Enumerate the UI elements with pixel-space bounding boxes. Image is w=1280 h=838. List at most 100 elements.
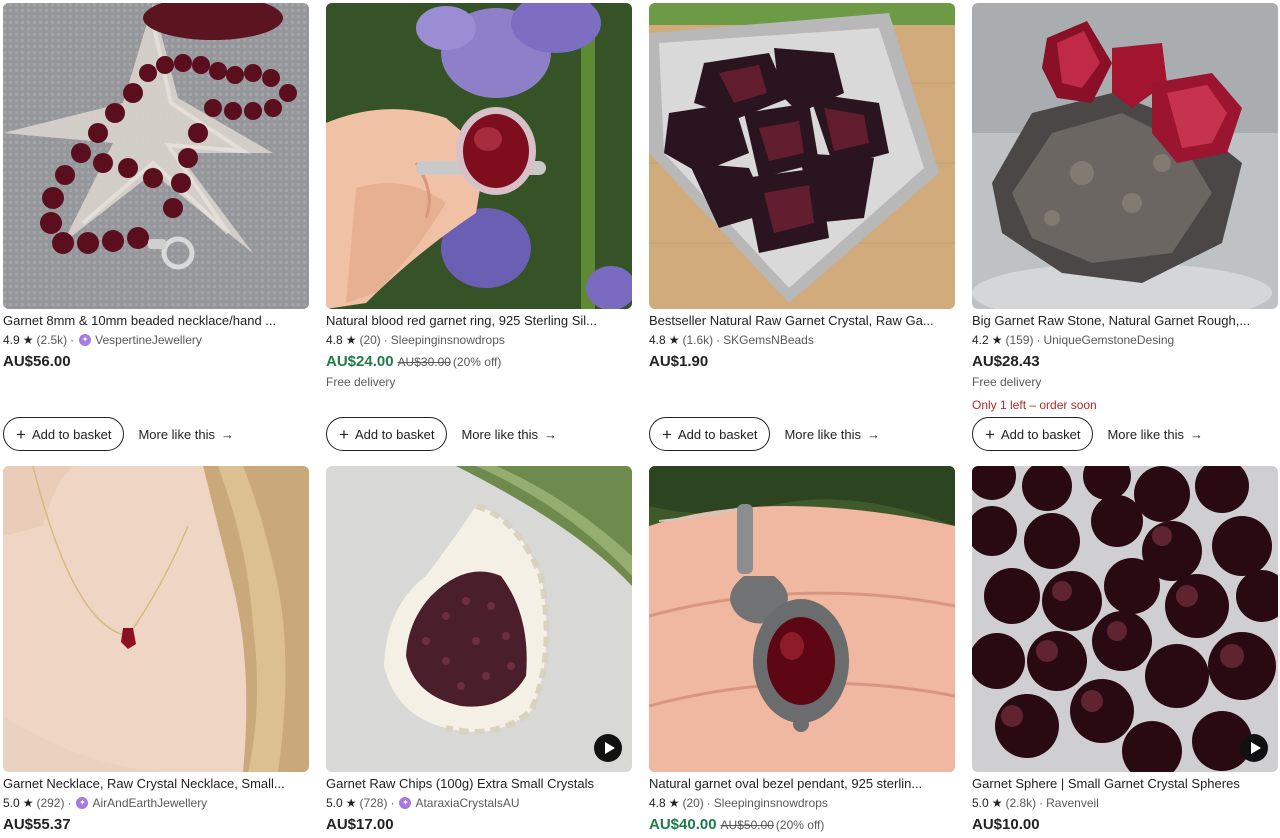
more-like-this-label: More like this — [1107, 426, 1185, 442]
listing-price: AU$1.90 — [649, 353, 709, 370]
review-count: (20) — [359, 333, 381, 347]
listing-title[interactable]: Garnet Necklace, Raw Crystal Necklace, S… — [3, 776, 309, 792]
listing-title[interactable]: Natural blood red garnet ring, 925 Sterl… — [326, 313, 632, 329]
listing-meta: 4.8 ★ (1.6k) · SKGemsNBeads — [649, 332, 955, 348]
listing-meta: 4.8 ★ (20) · Sleepinginsnowdrops — [649, 795, 955, 811]
separator-dot: · — [390, 796, 395, 810]
listing-price: AU$40.00 AU$50.00 (20% off) — [649, 816, 955, 834]
rating-value: 4.8 — [649, 796, 666, 810]
play-video-icon[interactable] — [594, 734, 622, 762]
listing-title[interactable]: Garnet Raw Chips (100g) Extra Small Crys… — [326, 776, 632, 792]
more-like-this-link[interactable]: More like this → — [784, 427, 880, 442]
play-video-icon[interactable] — [1240, 734, 1268, 762]
rating-value: 5.0 — [3, 796, 20, 810]
garnet-necklace-model-photo — [3, 466, 309, 772]
rating-value: 4.8 — [326, 333, 343, 347]
add-to-basket-button[interactable]: + Add to basket — [3, 417, 125, 451]
star-icon: ★ — [668, 333, 680, 347]
star-icon: ★ — [22, 796, 34, 810]
shop-name[interactable]: Ravenveil — [1046, 795, 1099, 811]
star-seller-badge-icon: ✦ — [79, 334, 92, 346]
review-count: (159) — [1005, 333, 1034, 347]
listing-meta: 4.2 ★ (159) · UniqueGemstoneDesing — [972, 332, 1278, 348]
arrow-right-icon: → — [544, 426, 558, 442]
listing-price: AU$55.37 — [3, 816, 71, 833]
shop-name[interactable]: Sleepinginsnowdrops — [714, 795, 828, 811]
arrow-right-icon: → — [1190, 426, 1204, 442]
listing-title[interactable]: Big Garnet Raw Stone, Natural Garnet Rou… — [972, 313, 1278, 329]
beaded-necklace-photo — [3, 3, 309, 309]
listing-image[interactable] — [649, 466, 955, 772]
shop-name[interactable]: SKGemsNBeads — [723, 332, 814, 348]
more-like-this-link[interactable]: More like this → — [1107, 427, 1203, 442]
card-actions: + Add to basket More like this → — [3, 417, 309, 451]
listing-price: AU$17.00 — [326, 816, 394, 833]
listing-image[interactable] — [3, 3, 309, 309]
add-to-basket-label: Add to basket — [354, 426, 435, 442]
shop-name[interactable]: UniqueGemstoneDesing — [1043, 332, 1174, 348]
listing-meta: 5.0 ★ (2.8k) · Ravenveil — [972, 795, 1278, 811]
plus-icon: + — [662, 424, 672, 444]
star-icon: ★ — [345, 796, 357, 810]
rating-value: 4.2 — [972, 333, 989, 347]
listing-title[interactable]: Natural garnet oval bezel pendant, 925 s… — [649, 776, 955, 792]
listing-title[interactable]: Garnet 8mm & 10mm beaded necklace/hand .… — [3, 313, 309, 329]
review-count: (1.6k) — [682, 333, 714, 347]
star-icon: ★ — [991, 796, 1003, 810]
star-icon: ★ — [668, 796, 680, 810]
add-to-basket-label: Add to basket — [677, 426, 758, 442]
shop-name[interactable]: VespertineJewellery — [95, 332, 202, 348]
card-actions: + Add to basket More like this → — [972, 417, 1278, 451]
listing-image[interactable] — [972, 466, 1278, 772]
sale-price: AU$40.00 — [649, 816, 717, 833]
more-like-this-label: More like this — [461, 426, 539, 442]
listing-meta: 4.8 ★ (20) · Sleepinginsnowdrops — [326, 332, 632, 348]
listing-image[interactable] — [649, 3, 955, 309]
original-price: AU$50.00 — [720, 818, 774, 832]
more-like-this-link[interactable]: More like this → — [461, 427, 557, 442]
shop-name[interactable]: AtaraxiaCrystalsAU — [415, 795, 519, 811]
add-to-basket-button[interactable]: + Add to basket — [972, 417, 1094, 451]
add-to-basket-button[interactable]: + Add to basket — [326, 417, 448, 451]
low-stock-label: Only 1 left – order soon — [972, 398, 1097, 412]
raw-garnet-crystals-photo — [649, 3, 955, 309]
star-seller-badge-icon: ✦ — [399, 797, 412, 809]
plus-icon: + — [985, 424, 995, 444]
separator-dot: · — [67, 796, 72, 810]
listing-title[interactable]: Bestseller Natural Raw Garnet Crystal, R… — [649, 313, 955, 329]
add-to-basket-label: Add to basket — [31, 426, 112, 442]
star-icon: ★ — [22, 333, 34, 347]
rating-value: 5.0 — [326, 796, 343, 810]
garnet-chips-in-wing-dish-photo — [326, 466, 632, 772]
listing-image[interactable] — [326, 466, 632, 772]
shop-name[interactable]: Sleepinginsnowdrops — [391, 332, 505, 348]
add-to-basket-button[interactable]: + Add to basket — [649, 417, 771, 451]
separator-dot: · — [1036, 333, 1041, 347]
rating-value: 5.0 — [972, 796, 989, 810]
review-count: (728) — [359, 796, 388, 810]
rating-value: 4.8 — [649, 333, 666, 347]
review-count: (292) — [36, 796, 65, 810]
listing-meta: 5.0 ★ (728) · ✦ AtaraxiaCrystalsAU — [326, 795, 632, 811]
original-price: AU$30.00 — [397, 355, 451, 369]
listing-image[interactable] — [3, 466, 309, 772]
listing-meta: 5.0 ★ (292) · ✦ AirAndEarthJewellery — [3, 795, 309, 811]
listing-title[interactable]: Garnet Sphere | Small Garnet Crystal Sph… — [972, 776, 1278, 792]
more-like-this-label: More like this — [784, 426, 862, 442]
add-to-basket-label: Add to basket — [1000, 426, 1081, 442]
listing-image[interactable] — [326, 3, 632, 309]
garnet-pendant-photo — [649, 466, 955, 772]
card-actions: + Add to basket More like this → — [326, 417, 632, 451]
arrow-right-icon: → — [867, 426, 881, 442]
garnet-ring-photo — [326, 3, 632, 309]
separator-dot: · — [383, 333, 388, 347]
garnet-on-rock-photo — [972, 3, 1278, 309]
card-actions: + Add to basket More like this → — [649, 417, 955, 451]
listing-image[interactable] — [972, 3, 1278, 309]
shop-name[interactable]: AirAndEarthJewellery — [92, 795, 207, 811]
rating-value: 4.9 — [3, 333, 20, 347]
more-like-this-label: More like this — [138, 426, 216, 442]
more-like-this-link[interactable]: More like this → — [138, 427, 234, 442]
plus-icon: + — [339, 424, 349, 444]
separator-dot: · — [1039, 796, 1044, 810]
